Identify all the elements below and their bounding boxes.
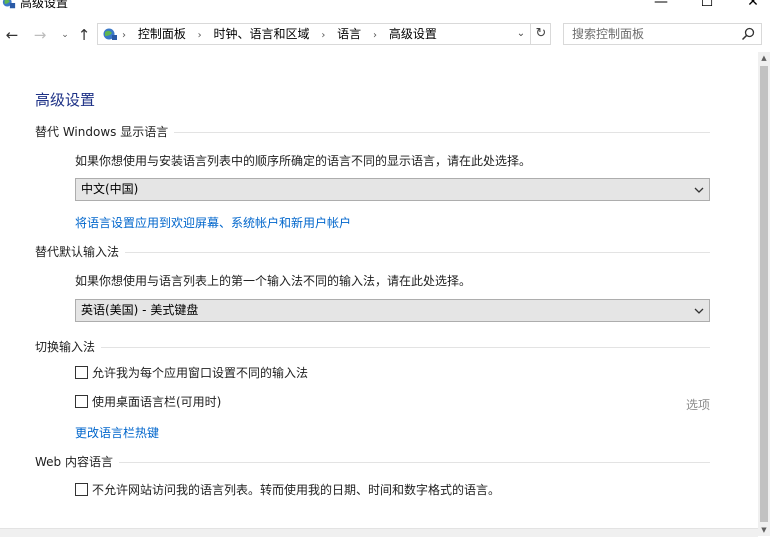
breadcrumb-separator[interactable]: › [373,30,377,41]
language-bar-options-link[interactable]: 选项 [686,396,710,413]
address-bar[interactable]: › 控制面板 › 时钟、语言和区域 › 语言 › 高级设置 ⌄ ↻ [97,23,551,45]
breadcrumb-control-panel[interactable]: 控制面板 [138,27,186,41]
minimize-button[interactable]: — [638,0,684,12]
per-app-input-checkbox[interactable]: 允许我为每个应用窗口设置不同的输入法 [75,366,308,381]
up-button[interactable]: ↑ [75,26,93,44]
breadcrumb: › 控制面板 › 时钟、语言和区域 › 语言 › 高级设置 [122,24,437,44]
breadcrumb-clock-language-region[interactable]: 时钟、语言和区域 [214,27,310,41]
recent-locations-button[interactable]: ⌄ [56,26,74,44]
checkbox-box[interactable] [75,395,88,408]
web-content-heading: Web 内容语言 [35,455,119,469]
maximize-button[interactable]: ☐ [684,0,730,12]
input-method-select[interactable]: 英语(美国) - 美式键盘 [75,299,710,322]
input-method-description: 如果你想使用与语言列表上的第一个输入法不同的输入法，请在此处选择。 [75,274,472,288]
breadcrumb-separator[interactable]: › [321,30,325,41]
chevron-down-icon [694,187,704,193]
web-content-section-header: Web 内容语言 [35,455,710,469]
forward-button[interactable]: → [31,26,49,44]
switch-input-section-header: 切换输入法 [35,340,710,354]
scroll-thumb[interactable] [760,66,768,522]
display-language-description: 如果你想使用与安装语言列表中的顺序所确定的语言不同的显示语言，请在此处选择。 [75,154,532,168]
display-language-select[interactable]: 中文(中国) [75,178,710,201]
window-title: 高级设置 [20,0,69,10]
input-method-heading: 替代默认输入法 [35,245,126,259]
refresh-button[interactable]: ↻ [530,24,551,44]
web-language-list-label[interactable]: 不允许网站访问我的语言列表。转而使用我的日期、时间和数字格式的语言。 [92,483,500,497]
desktop-language-bar-checkbox[interactable]: 使用桌面语言栏(可用时) [75,395,221,410]
search-box[interactable] [563,23,762,45]
section-divider [35,462,710,463]
navigation-bar: ← → ⌄ ↑ › 控制面板 › 时钟、语言和区域 › 语言 › 高级设置 ⌄ … [0,18,770,52]
desktop-language-bar-label[interactable]: 使用桌面语言栏(可用时) [92,395,221,409]
input-method-section-header: 替代默认输入法 [35,245,710,259]
control-panel-icon [2,0,16,9]
scroll-up-arrow[interactable]: ▲ [758,52,770,64]
input-method-selected: 英语(美国) - 美式键盘 [81,303,199,317]
section-divider [35,347,710,348]
switch-input-heading: 切换输入法 [35,340,102,354]
close-button[interactable]: ✕ [730,0,770,12]
breadcrumb-separator: › [122,30,126,41]
display-language-selected: 中文(中国) [81,182,139,196]
breadcrumb-advanced-settings[interactable]: 高级设置 [389,27,437,41]
search-icon[interactable] [740,26,756,42]
title-bar: 高级设置 — ☐ ✕ [0,0,770,14]
web-language-list-checkbox[interactable]: 不允许网站访问我的语言列表。转而使用我的日期、时间和数字格式的语言。 [75,483,500,498]
search-input[interactable] [564,24,742,44]
per-app-input-label[interactable]: 允许我为每个应用窗口设置不同的输入法 [92,366,308,380]
display-language-heading: 替代 Windows 显示语言 [35,125,175,139]
scroll-down-arrow[interactable]: ▼ [758,524,770,536]
checkbox-box[interactable] [75,366,88,379]
chevron-down-icon [694,308,704,314]
apply-welcome-screen-link[interactable]: 将语言设置应用到欢迎屏幕、系统帐户和新用户帐户 [75,214,351,231]
checkbox-box[interactable] [75,483,88,496]
control-panel-icon [103,28,117,40]
content-pane: 高级设置 替代 Windows 显示语言 如果你想使用与安装语言列表中的顺序所确… [0,52,758,537]
breadcrumb-separator[interactable]: › [198,30,202,41]
page-title: 高级设置 [35,91,96,109]
display-language-section-header: 替代 Windows 显示语言 [35,125,710,139]
change-hotkeys-link[interactable]: 更改语言栏热键 [75,424,159,441]
vertical-scrollbar[interactable]: ▲ ▼ [758,52,770,536]
address-dropdown-button[interactable]: ⌄ [512,24,530,44]
breadcrumb-language[interactable]: 语言 [337,27,361,41]
section-divider [35,252,710,253]
back-button[interactable]: ← [3,26,21,44]
